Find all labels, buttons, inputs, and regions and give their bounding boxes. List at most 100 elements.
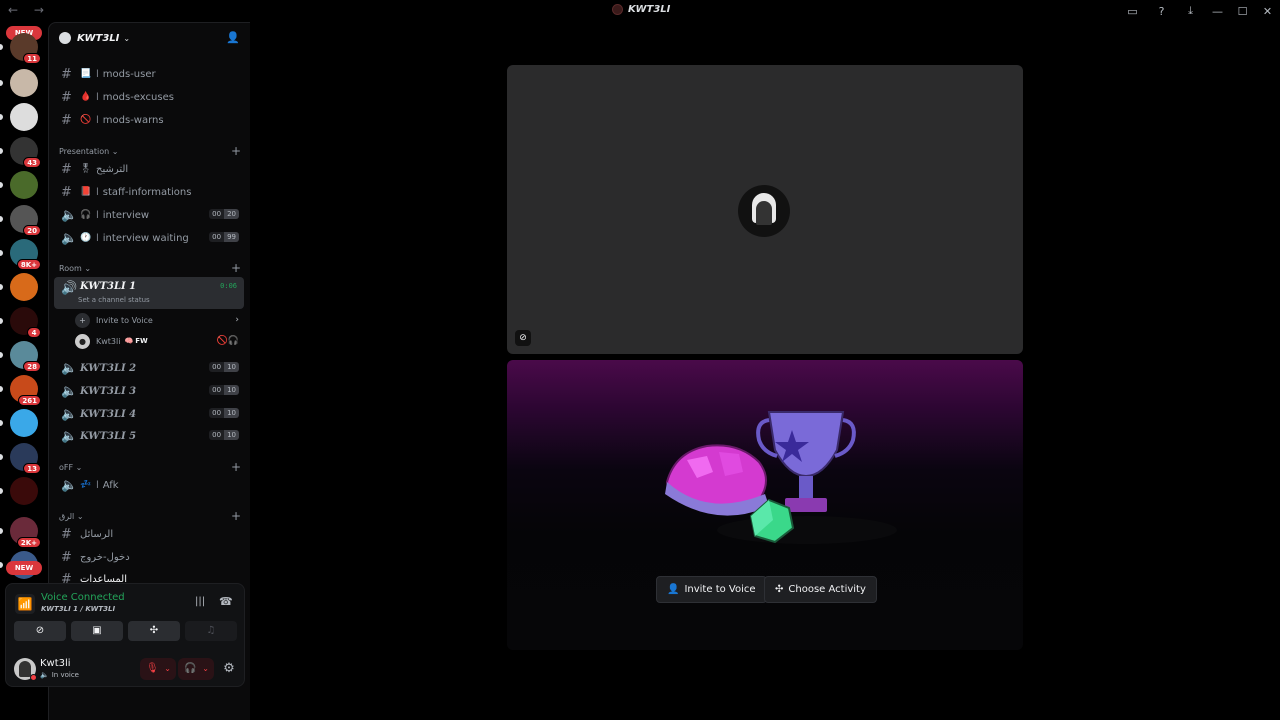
channel-mods-excuses[interactable]: # 🩸 ا mods-excuses <box>54 87 244 107</box>
user-count: 00 20 <box>209 209 239 219</box>
voice-timer: 0:06 <box>220 282 237 290</box>
channel-emoji: 📃 <box>80 69 92 79</box>
unread-pill <box>0 80 3 86</box>
activity-icon[interactable]: ✣ <box>128 621 180 641</box>
voice-connected-title[interactable]: Voice Connected <box>41 592 125 603</box>
maximize-button[interactable]: ☐ <box>1230 5 1255 18</box>
hash-icon: # <box>61 184 72 200</box>
mention-badge: 8K+ <box>16 259 41 270</box>
channel-mods-warns[interactable]: # 🚫 ا mods-warns <box>54 110 244 130</box>
mute-button[interactable]: 🎙 ⌄ <box>140 658 176 680</box>
chevron-right-icon: › <box>235 315 239 325</box>
channel-room-3[interactable]: 🔈 KWT3LI 3 00 10 <box>54 381 244 401</box>
mention-badge: 28 <box>23 361 41 372</box>
server-icon[interactable]: 11 <box>10 33 41 64</box>
minimize-button[interactable]: — <box>1205 5 1230 18</box>
add-channel-icon[interactable]: + <box>231 261 241 275</box>
camera-off-icon[interactable]: ⊘ <box>14 621 66 641</box>
channel-emoji: 📕 <box>80 187 92 197</box>
category-off[interactable]: oFF ⌄ + <box>59 460 244 474</box>
close-button[interactable]: ✕ <box>1255 5 1280 18</box>
chevron-down-icon[interactable]: ⌄ <box>202 658 209 680</box>
invite-label: Invite to Voice <box>96 315 153 325</box>
channel-mods-user[interactable]: # 📃 ا mods-user <box>54 64 244 84</box>
add-channel-icon[interactable]: + <box>231 144 241 158</box>
mention-badge: 4 <box>27 327 41 338</box>
category-presentation[interactable]: Presentation ⌄ + <box>59 144 244 158</box>
channel-name: mods-excuses <box>102 91 174 103</box>
add-member-icon[interactable]: 👤 <box>226 31 240 44</box>
server-icon[interactable]: 28 <box>10 341 41 372</box>
channel-emoji: 🚫 <box>80 115 92 125</box>
channel-room-2[interactable]: 🔈 KWT3LI 2 00 10 <box>54 358 244 378</box>
help-icon[interactable]: ? <box>1147 5 1176 18</box>
participant-tile[interactable]: ⊘ <box>507 65 1023 354</box>
invite-to-voice-button[interactable]: 👤 Invite to Voice <box>656 576 767 603</box>
channel-name: interview <box>102 209 150 221</box>
channel-name: الترشيح <box>96 163 129 175</box>
server-icon[interactable] <box>10 409 38 437</box>
server-icon[interactable]: 13 <box>10 443 41 474</box>
hash-icon: # <box>61 526 72 542</box>
screen-share-icon[interactable]: ▣ <box>71 621 123 641</box>
avatar: ● <box>75 333 90 349</box>
signal-icon[interactable]: 📶 <box>15 594 35 614</box>
category-room[interactable]: Room ⌄ + <box>59 261 244 275</box>
download-icon[interactable]: ⤓ <box>1176 4 1205 18</box>
channel-nominations[interactable]: # 🎖 الترشيح <box>54 159 244 179</box>
hash-icon: # <box>61 549 72 565</box>
server-icon[interactable] <box>10 477 38 505</box>
deafen-button[interactable]: 🎧 ⌄ <box>178 658 214 680</box>
mention-badge: 11 <box>23 53 41 64</box>
add-user-icon: 👤 <box>667 584 680 595</box>
voice-channel-path[interactable]: KWT3LI 1 / KWT3LI <box>41 605 115 613</box>
channel-staff-informations[interactable]: # 📕 ا staff-informations <box>54 182 244 202</box>
speaker-icon: 🔈 <box>61 360 78 376</box>
category-arabic[interactable]: الرق ⌄ + <box>59 509 244 523</box>
choose-activity-button[interactable]: ✣ Choose Activity <box>764 576 877 603</box>
server-icon[interactable] <box>10 103 38 131</box>
chevron-down-icon[interactable]: ⌄ <box>164 658 171 680</box>
channel-messages[interactable]: # الرسائل <box>54 524 244 544</box>
speaker-icon: 🔊 <box>61 281 78 296</box>
disconnect-icon[interactable]: ☎ <box>219 595 233 608</box>
user-name[interactable]: Kwt3li <box>40 658 71 669</box>
server-icon[interactable] <box>10 171 38 199</box>
channel-room-5[interactable]: 🔈 KWT3LI 5 00 10 <box>54 426 244 446</box>
activity-icon: ✣ <box>775 584 784 595</box>
add-channel-icon[interactable]: + <box>231 509 241 523</box>
server-icon[interactable]: 20 <box>10 205 41 236</box>
mention-badge: 20 <box>23 225 41 236</box>
gear-icon[interactable]: ⚙ <box>218 658 240 680</box>
server-icon[interactable]: 8K+ <box>10 239 41 270</box>
server-avatar <box>10 69 38 97</box>
channel-interview[interactable]: 🔈 🎧 ا interview 00 20 <box>54 205 244 225</box>
channel-afk[interactable]: 🔈 💤 ا Afk <box>54 475 244 495</box>
soundboard-icon[interactable]: ♫ <box>185 621 237 641</box>
nav-arrows[interactable]: ← → <box>8 3 50 17</box>
speaker-icon: 🔈 <box>61 477 78 493</box>
server-icon[interactable]: 261 <box>10 375 41 406</box>
mention-badge: 13 <box>23 463 41 474</box>
server-icon[interactable]: 2K+ <box>10 517 41 548</box>
server-avatar <box>10 171 38 199</box>
invite-to-voice-row[interactable]: + Invite to Voice › <box>75 310 244 330</box>
server-icon[interactable]: 43 <box>10 137 41 168</box>
noise-suppression-icon[interactable]: ||| <box>195 596 205 607</box>
hash-icon: # <box>61 66 72 82</box>
channel-interview-waiting[interactable]: 🔈 🕐 ا interview waiting 00 99 <box>54 228 244 248</box>
screen-share-icon[interactable]: ▭ <box>1118 5 1147 18</box>
voice-member[interactable]: ● Kwt3li 🧠 FW 🚫🎧 <box>75 331 244 351</box>
add-channel-icon[interactable]: + <box>231 460 241 474</box>
server-icon[interactable] <box>10 69 38 97</box>
server-icon[interactable] <box>10 273 38 301</box>
activity-label: Choose Activity <box>788 584 866 595</box>
muted-icons: 🚫🎧 <box>216 336 239 346</box>
server-icon[interactable]: 4 <box>10 307 41 338</box>
guild-header[interactable]: KWT3LI ⌄ 👤 <box>49 23 250 53</box>
unread-pill <box>0 284 3 290</box>
channel-room-4[interactable]: 🔈 KWT3LI 4 00 10 <box>54 404 244 424</box>
channel-join-leave[interactable]: # دخول-خروج <box>54 547 244 567</box>
channel-active-voice[interactable]: 🔊 KWT3LI 1 0:06 Set a channel status <box>54 277 244 309</box>
channel-status[interactable]: Set a channel status <box>78 296 150 304</box>
